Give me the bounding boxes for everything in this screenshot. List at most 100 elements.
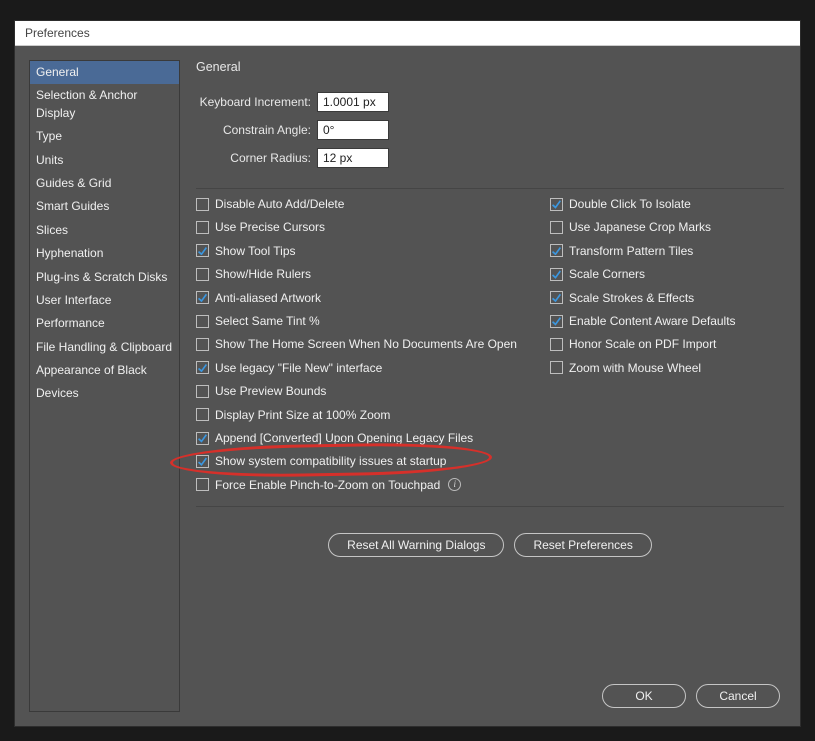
checkbox-row[interactable]: Select Same Tint % [196,314,538,328]
checkbox-icon[interactable] [196,478,209,491]
label-corner-radius: Corner Radius: [196,151,311,165]
checkbox-icon[interactable] [196,315,209,328]
checkbox-row[interactable]: Show system compatibility issues at star… [196,454,538,468]
top-form: Keyboard Increment: Constrain Angle: Cor… [196,92,784,168]
main-panel: General Keyboard Increment: Constrain An… [196,60,784,712]
category-sidebar: GeneralSelection & Anchor DisplayTypeUni… [29,60,180,712]
sidebar-item[interactable]: Performance [30,312,179,335]
ok-button[interactable]: OK [602,684,686,708]
preferences-window: Preferences GeneralSelection & Anchor Di… [14,20,801,727]
input-constrain-angle[interactable] [317,120,389,140]
reset-preferences-button[interactable]: Reset Preferences [514,533,651,557]
checkbox-icon[interactable] [550,338,563,351]
check-columns: Disable Auto Add/Delete Use Precise Curso… [196,197,784,492]
checkbox-icon[interactable] [196,338,209,351]
checkbox-icon[interactable] [196,221,209,234]
checkbox-icon[interactable] [196,455,209,468]
check-column-left: Disable Auto Add/Delete Use Precise Curso… [196,197,538,492]
checkbox-icon[interactable] [550,244,563,257]
checkbox-label: Use Precise Cursors [215,220,325,234]
checkbox-icon[interactable] [550,198,563,211]
checkbox-row[interactable]: Scale Corners [550,267,784,281]
checkbox-icon[interactable] [196,385,209,398]
checkbox-icon[interactable] [196,198,209,211]
checkbox-icon[interactable] [196,244,209,257]
checkbox-row[interactable]: Double Click To Isolate [550,197,784,211]
checkbox-label: Scale Corners [569,267,645,281]
sidebar-item[interactable]: Guides & Grid [30,172,179,195]
input-corner-radius[interactable] [317,148,389,168]
checkbox-label: Use Preview Bounds [215,384,326,398]
label-keyboard-increment: Keyboard Increment: [196,95,311,109]
sidebar-item[interactable]: Units [30,149,179,172]
sidebar-item[interactable]: User Interface [30,289,179,312]
checkbox-row[interactable]: Scale Strokes & Effects [550,291,784,305]
checkbox-label: Show/Hide Rulers [215,267,311,281]
checkbox-icon[interactable] [550,315,563,328]
sidebar-item[interactable]: Devices [30,382,179,405]
checkbox-row[interactable]: Show/Hide Rulers [196,267,538,281]
checkbox-row[interactable]: Transform Pattern Tiles [550,244,784,258]
checkbox-row[interactable]: Show Tool Tips [196,244,538,258]
sidebar-item[interactable]: Appearance of Black [30,359,179,382]
checkbox-label: Zoom with Mouse Wheel [569,361,701,375]
checkbox-label: Select Same Tint % [215,314,320,328]
sidebar-item[interactable]: Selection & Anchor Display [30,84,179,125]
checkbox-label: Enable Content Aware Defaults [569,314,736,328]
checkbox-icon[interactable] [550,221,563,234]
checkbox-row[interactable]: Force Enable Pinch-to-Zoom on Touchpad i [196,478,538,492]
checkbox-icon[interactable] [196,408,209,421]
checkbox-label: Anti-aliased Artwork [215,291,321,305]
checkbox-label: Scale Strokes & Effects [569,291,694,305]
checkbox-icon[interactable] [196,268,209,281]
label-constrain-angle: Constrain Angle: [196,123,311,137]
checkbox-label: Use Japanese Crop Marks [569,220,711,234]
sidebar-item[interactable]: Hyphenation [30,242,179,265]
checkbox-row[interactable]: Honor Scale on PDF Import [550,337,784,351]
checkbox-label: Use legacy "File New" interface [215,361,382,375]
info-icon[interactable]: i [448,478,461,491]
checkbox-row[interactable]: Show The Home Screen When No Documents A… [196,337,538,351]
checkbox-label: Disable Auto Add/Delete [215,197,344,211]
checkbox-row[interactable]: Display Print Size at 100% Zoom [196,408,538,422]
reset-warnings-button[interactable]: Reset All Warning Dialogs [328,533,504,557]
sidebar-item[interactable]: General [30,61,179,84]
checkbox-row[interactable]: Use Japanese Crop Marks [550,220,784,234]
checkbox-icon[interactable] [550,291,563,304]
checkbox-row[interactable]: Append [Converted] Upon Opening Legacy F… [196,431,538,445]
checkbox-label: Force Enable Pinch-to-Zoom on Touchpad [215,478,440,492]
checkbox-icon[interactable] [550,268,563,281]
checkbox-row[interactable]: Disable Auto Add/Delete [196,197,538,211]
cancel-button[interactable]: Cancel [696,684,780,708]
checkbox-label: Append [Converted] Upon Opening Legacy F… [215,431,473,445]
checkbox-icon[interactable] [550,361,563,374]
checkbox-row[interactable]: Use Precise Cursors [196,220,538,234]
checkbox-row[interactable]: Use Preview Bounds [196,384,538,398]
section-title: General [196,60,784,74]
checkbox-row[interactable]: Use legacy "File New" interface [196,361,538,375]
checkbox-row[interactable]: Zoom with Mouse Wheel [550,361,784,375]
checkbox-icon[interactable] [196,432,209,445]
sidebar-item[interactable]: Slices [30,219,179,242]
checkbox-label: Show system compatibility issues at star… [215,454,446,468]
checkbox-icon[interactable] [196,361,209,374]
checkbox-icon[interactable] [196,291,209,304]
checkbox-label: Honor Scale on PDF Import [569,337,716,351]
row-keyboard-increment: Keyboard Increment: [196,92,784,112]
row-constrain-angle: Constrain Angle: [196,120,784,140]
input-keyboard-increment[interactable] [317,92,389,112]
checkbox-label: Transform Pattern Tiles [569,244,693,258]
checkbox-row[interactable]: Enable Content Aware Defaults [550,314,784,328]
divider [196,188,784,189]
checkbox-label: Show The Home Screen When No Documents A… [215,337,517,351]
checkbox-row[interactable]: Anti-aliased Artwork [196,291,538,305]
window-title: Preferences [15,21,800,46]
sidebar-item[interactable]: Plug-ins & Scratch Disks [30,266,179,289]
check-column-right: Double Click To Isolate Use Japanese Crop… [550,197,784,492]
row-corner-radius: Corner Radius: [196,148,784,168]
sidebar-item[interactable]: File Handling & Clipboard [30,336,179,359]
sidebar-item[interactable]: Type [30,125,179,148]
dialog-footer: OK Cancel [602,684,780,708]
sidebar-item[interactable]: Smart Guides [30,195,179,218]
divider [196,506,784,507]
